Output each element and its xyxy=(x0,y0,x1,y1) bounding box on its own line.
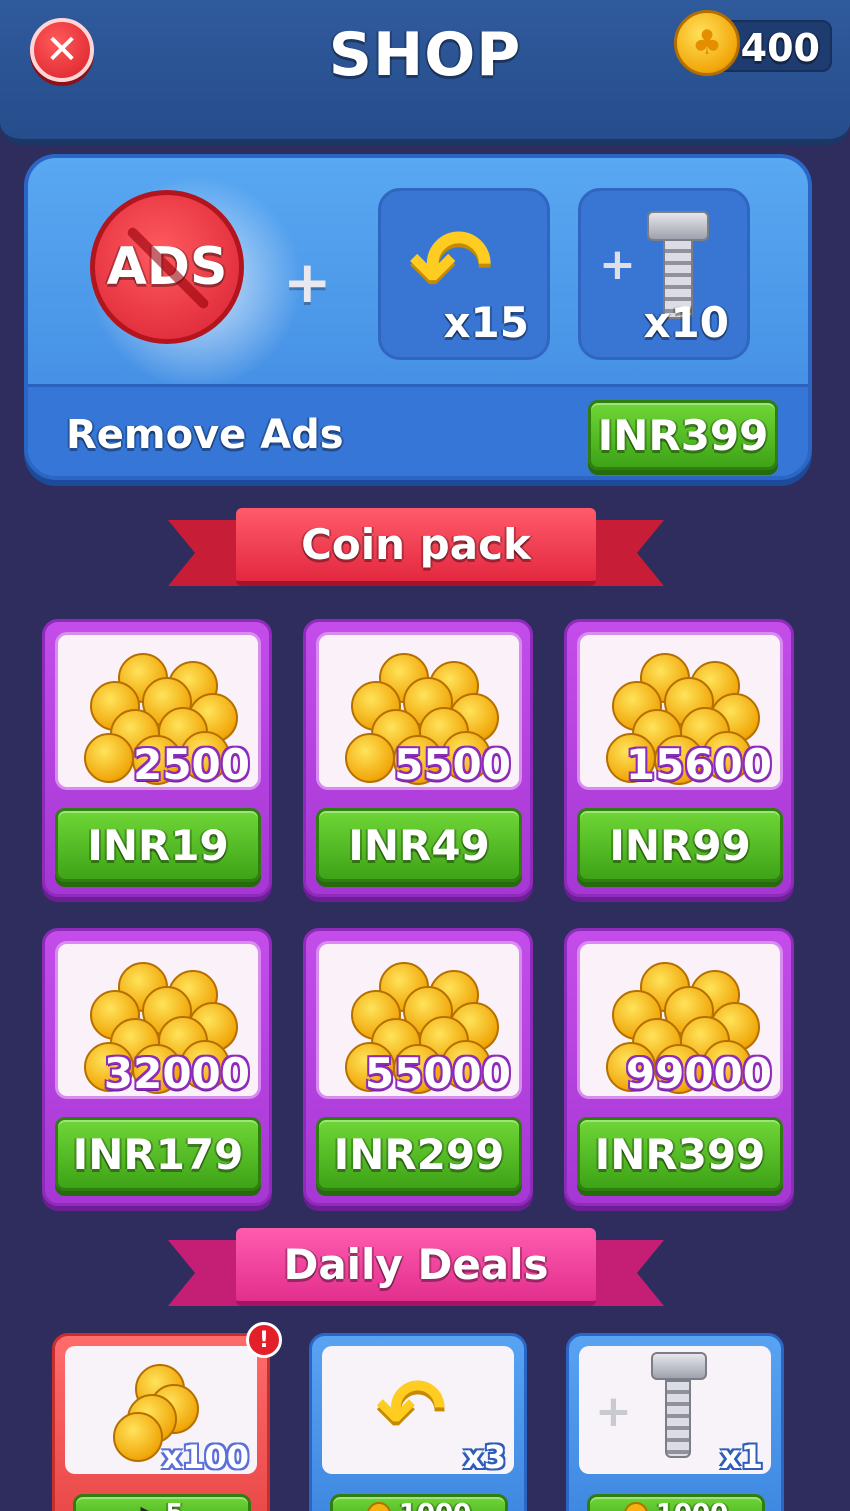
daily-deal-screw-qty: x1 xyxy=(720,1438,763,1476)
coin-pack-amount: 32000 xyxy=(103,1049,250,1098)
coin-pack-card[interactable]: 99000 INR399 xyxy=(564,928,794,1206)
coin-pack-art: 55000 xyxy=(316,941,522,1099)
coin-pack-buy-button[interactable]: INR299 xyxy=(316,1117,522,1191)
coin-pack-price: INR19 xyxy=(87,820,229,870)
undo-icon: ↶ xyxy=(376,1360,447,1458)
alert-badge: ! xyxy=(246,1322,282,1358)
daily-deal-coins-qty: x100 xyxy=(161,1438,249,1476)
daily-deal-undo[interactable]: ↶ x3 1000 xyxy=(309,1333,527,1511)
undo-bonus-tile: ↶ x15 xyxy=(378,188,550,360)
plus-icon: + xyxy=(283,248,332,316)
shop-header: ✕ SHOP 400 ♣ xyxy=(0,0,850,145)
undo-bonus-qty: x15 xyxy=(443,298,529,347)
daily-deals-ribbon: Daily Deals xyxy=(168,1228,664,1314)
coin-pack-art: 99000 xyxy=(577,941,783,1099)
coin-balance-value: 400 xyxy=(740,26,820,70)
coin-pack-art: 5500 xyxy=(316,632,522,790)
coin-pack-buy-button[interactable]: INR19 xyxy=(55,808,261,882)
coin-pack-price: INR49 xyxy=(348,820,490,870)
screw-bonus-qty: x10 xyxy=(643,298,729,347)
daily-deal-screw-button[interactable]: 1000 xyxy=(587,1494,765,1511)
coin-pack-amount: 55000 xyxy=(364,1049,511,1098)
daily-deal-coins-art: x100 xyxy=(65,1346,257,1476)
coin-pack-title: Coin pack xyxy=(301,520,531,569)
daily-deal-undo-art: ↶ x3 xyxy=(322,1346,514,1476)
daily-deal-coins-button[interactable]: ▶ 5 xyxy=(73,1494,251,1511)
coin-pack-amount: 5500 xyxy=(394,740,511,789)
daily-deals-title: Daily Deals xyxy=(283,1240,549,1289)
daily-deal-screw-art: + x1 xyxy=(579,1346,771,1476)
coin-pack-amount: 15600 xyxy=(625,740,772,789)
coin-pack-card[interactable]: 5500 INR49 xyxy=(303,619,533,897)
coin-icon xyxy=(366,1502,391,1511)
daily-deal-coins-button-label: 5 xyxy=(165,1499,183,1511)
coin-pack-amount: 2500 xyxy=(133,740,250,789)
screw-plus-icon: + xyxy=(599,239,636,290)
daily-deal-coins[interactable]: x100 ▶ 5 xyxy=(52,1333,270,1511)
coin-pack-price: INR179 xyxy=(72,1129,244,1179)
coin-pack-buy-button[interactable]: INR399 xyxy=(577,1117,783,1191)
video-ad-icon: ▶ xyxy=(140,1502,157,1511)
daily-deal-undo-button[interactable]: 1000 xyxy=(330,1494,508,1511)
coin-pack-buy-button[interactable]: INR49 xyxy=(316,808,522,882)
coin-pack-art: 2500 xyxy=(55,632,261,790)
screw-plus-icon: + xyxy=(595,1386,632,1437)
coin-pack-card[interactable]: 2500 INR19 xyxy=(42,619,272,897)
daily-deal-screw[interactable]: + x1 1000 xyxy=(566,1333,784,1511)
remove-ads-price: INR399 xyxy=(597,410,769,460)
daily-deal-screw-price: 1000 xyxy=(656,1499,728,1511)
coin-pack-buy-button[interactable]: INR99 xyxy=(577,808,783,882)
coin-icon: ♣ xyxy=(674,10,740,76)
remove-ads-offer: ADS + ↶ x15 + x10 Remove Ads INR399 xyxy=(24,154,812,480)
coin-pack-price: INR399 xyxy=(594,1129,766,1179)
coin-pack-price: INR99 xyxy=(609,820,751,870)
remove-ads-buy-button[interactable]: INR399 xyxy=(588,400,778,470)
coin-pack-art: 15600 xyxy=(577,632,783,790)
coin-pack-card[interactable]: 32000 INR179 xyxy=(42,928,272,1206)
screw-icon xyxy=(647,1352,707,1462)
no-ads-icon: ADS xyxy=(90,190,244,344)
daily-deal-undo-price: 1000 xyxy=(399,1499,471,1511)
coin-pack-card[interactable]: 15600 INR99 xyxy=(564,619,794,897)
coin-pack-amount: 99000 xyxy=(625,1049,772,1098)
coin-pack-card[interactable]: 55000 INR299 xyxy=(303,928,533,1206)
daily-deal-undo-qty: x3 xyxy=(463,1438,506,1476)
coin-pack-price: INR299 xyxy=(333,1129,505,1179)
coin-icon xyxy=(623,1502,648,1511)
remove-ads-label: Remove Ads xyxy=(66,412,344,458)
coin-pack-ribbon: Coin pack xyxy=(168,508,664,594)
screw-bonus-tile: + x10 xyxy=(578,188,750,360)
coin-pack-art: 32000 xyxy=(55,941,261,1099)
coin-pack-buy-button[interactable]: INR179 xyxy=(55,1117,261,1191)
